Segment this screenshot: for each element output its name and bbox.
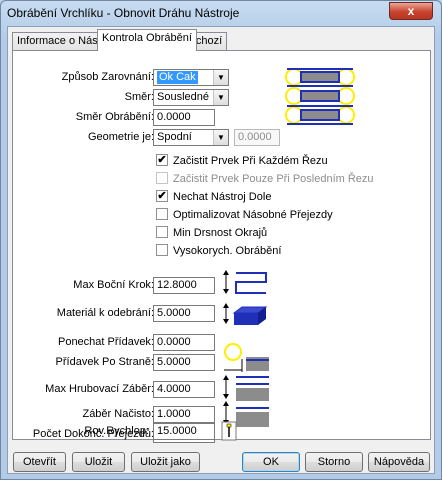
max-hrubovaci-zaber-input[interactable]: 4.0000: [153, 381, 215, 398]
checkbox-vysokorych-obrabeni[interactable]: Vysokorych. Obrábění: [156, 244, 281, 259]
ponechat-pridavek-label: Ponechat Přídavek:: [57, 336, 154, 348]
alignment-illustration: [285, 68, 355, 125]
rov-rychlop-label: Rov.Rychlop:: [84, 425, 149, 437]
smer-obrabeni-label: Směr Obrábění:: [75, 111, 154, 123]
checkbox-zacistit-prvek-kazdy-rez[interactable]: ✔ Začistit Prvek Při Každém Řezu: [156, 154, 328, 169]
save-button[interactable]: Uložit: [72, 452, 125, 472]
stepover-illustration: [223, 270, 267, 294]
cancel-button[interactable]: Storno: [305, 452, 363, 472]
geometrie-label: Geometrie je:: [87, 131, 154, 143]
material-k-odebrani-label: Materiál k odebrání:: [56, 307, 154, 319]
zaber-nacisto-input[interactable]: 1.0000: [153, 406, 215, 423]
pridavek-po-strane-input[interactable]: 5.0000: [153, 354, 215, 371]
max-hrubovaci-zaber-label: Max Hrubovací Záběr:: [45, 383, 154, 395]
material-k-odebrani-input[interactable]: 5.0000: [153, 305, 215, 322]
zpusob-zarovnani-label: Způsob Zarovnání:: [61, 71, 154, 83]
tab-panel-kontrola-obrabeni: Způsob Zarovnání: Ok Cak ▼ Směr: Sousled…: [12, 50, 431, 443]
rough-depth-illustration: [223, 375, 269, 401]
max-bocni-krok-label: Max Boční Krok:: [73, 279, 154, 291]
save-as-button[interactable]: Uložit jako: [131, 452, 200, 472]
geometrie-offset-input: 0.0000: [234, 129, 280, 146]
rov-rychlop-input[interactable]: 15.0000: [153, 423, 215, 440]
dialog-client-area: Informace o Nástroji Kontrola Obrábění V…: [7, 26, 435, 474]
open-button[interactable]: Otevřít: [13, 452, 66, 472]
smer-label: Směr:: [124, 91, 154, 103]
rapid-plane-icon: [221, 421, 237, 441]
tab-kontrola-obrabeni[interactable]: Kontrola Obrábění: [97, 29, 197, 51]
zaber-nacisto-label: Záběr Načisto:: [82, 408, 154, 420]
geometrie-select[interactable]: Spodní ▼: [153, 129, 229, 146]
close-button[interactable]: x: [389, 2, 433, 20]
check-mark-icon[interactable]: ✔: [156, 154, 168, 167]
chevron-down-icon[interactable]: ▼: [213, 70, 228, 85]
stock-block-illustration: [223, 303, 268, 325]
dialog-window: Obrábění Vrchlíku - Obnovit Dráhu Nástro…: [0, 0, 442, 480]
check-mark-icon[interactable]: ✔: [156, 190, 168, 203]
chevron-down-icon[interactable]: ▼: [213, 90, 228, 105]
smer-obrabeni-input[interactable]: 0.0000: [153, 109, 215, 126]
window-title: Obrábění Vrchlíku - Obnovit Dráhu Nástro…: [7, 6, 240, 20]
side-allowance-illustration: [224, 343, 269, 372]
checkbox-zacistit-prvek-posledni-rez: Začistit Prvek Pouze Při Posledním Řezu: [156, 172, 374, 187]
checkbox-optimalizovat-prejezdy[interactable]: Optimalizovat Násobné Přejezdy: [156, 208, 333, 223]
max-bocni-krok-input[interactable]: 12.8000: [153, 277, 215, 294]
checkbox-nechat-nastroj-dole[interactable]: ✔ Nechat Nástroj Dole: [156, 190, 271, 205]
pridavek-po-strane-label: Přídavek Po Straně:: [55, 356, 154, 368]
ok-button[interactable]: OK: [242, 452, 300, 472]
smer-select[interactable]: Sousledné ▼: [153, 89, 229, 106]
checkbox-min-drsnost-okraju[interactable]: Min Drsnost Okrajů: [156, 226, 267, 241]
title-bar[interactable]: Obrábění Vrchlíku - Obnovit Dráhu Nástro…: [1, 1, 441, 25]
help-button[interactable]: Nápověda: [368, 452, 430, 472]
ponechat-pridavek-input[interactable]: 0.0000: [153, 334, 215, 351]
chevron-down-icon[interactable]: ▼: [213, 130, 228, 145]
zpusob-zarovnani-select[interactable]: Ok Cak ▼: [153, 69, 229, 86]
